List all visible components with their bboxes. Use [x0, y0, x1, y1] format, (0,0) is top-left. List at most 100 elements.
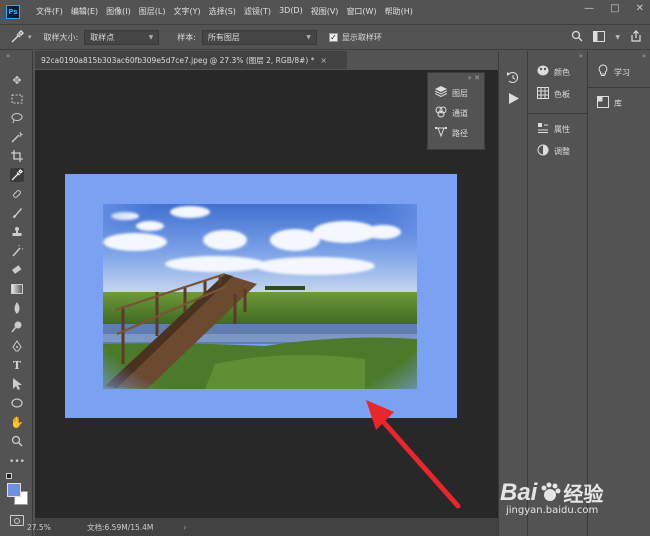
swatches-icon: [536, 86, 550, 102]
menu-file[interactable]: 文件(F): [36, 6, 63, 17]
zoom-tool-icon[interactable]: [10, 434, 24, 448]
brush-tool-icon[interactable]: [10, 206, 24, 220]
blur-tool-icon[interactable]: [10, 301, 24, 315]
sample-select[interactable]: 所有图层 ▼: [201, 29, 317, 45]
adjustments-icon: [536, 144, 550, 159]
play-actions-icon[interactable]: [509, 93, 519, 106]
panel-collapse-icon[interactable]: »: [588, 51, 650, 61]
hand-tool-icon[interactable]: ✋: [10, 415, 24, 429]
menu-type[interactable]: 文字(Y): [173, 6, 200, 17]
document-size: 文档:6.59M/15.4M: [87, 522, 154, 532]
panel-collapse-icon[interactable]: »: [0, 51, 32, 61]
channels-tab[interactable]: 通道: [428, 103, 484, 123]
close-tab-icon[interactable]: ×: [321, 56, 327, 65]
chevron-down-icon: ▼: [306, 33, 311, 41]
foreground-color-swatch[interactable]: [7, 483, 21, 497]
panel-column-1: » 颜色 色板 属性 调整: [528, 51, 588, 536]
paths-icon: [434, 126, 448, 141]
healing-brush-tool-icon[interactable]: [10, 187, 24, 201]
path-selection-tool-icon[interactable]: [10, 377, 24, 391]
paths-label: 路径: [452, 128, 468, 138]
minimize-button[interactable]: —: [584, 3, 594, 14]
swatches-panel-tab[interactable]: 色板: [528, 83, 587, 105]
panel-collapse-icon[interactable]: » ✕: [428, 73, 484, 83]
eyedropper-tool-icon[interactable]: [10, 168, 24, 182]
tool-preset-chevron-icon[interactable]: ▾: [28, 33, 32, 41]
more-tools-icon[interactable]: •••: [9, 455, 25, 469]
paths-tab[interactable]: 路径: [428, 123, 484, 143]
clone-stamp-tool-icon[interactable]: [10, 225, 24, 239]
watermark-brand: Bai: [500, 478, 538, 506]
color-icon: [536, 65, 550, 79]
gradient-tool-icon[interactable]: [10, 282, 24, 296]
properties-panel-tab[interactable]: 属性: [528, 118, 587, 140]
ellipse-tool-icon[interactable]: [10, 396, 24, 410]
properties-icon: [536, 122, 550, 137]
paw-icon: [539, 481, 561, 505]
menu-window[interactable]: 窗口(W): [346, 6, 376, 17]
menu-layer[interactable]: 图层(L): [139, 6, 166, 17]
menu-filter[interactable]: 滤镜(T): [244, 6, 271, 17]
eyedropper-icon[interactable]: [10, 30, 28, 44]
search-icon[interactable]: [571, 30, 583, 44]
history-brush-tool-icon[interactable]: [10, 244, 24, 258]
show-ring-label: 显示取样环: [341, 32, 382, 42]
sample-size-select[interactable]: 取样点 ▼: [84, 29, 160, 45]
menu-help[interactable]: 帮助(H): [385, 6, 413, 17]
history-strip: [498, 51, 528, 536]
adjustments-panel-tab[interactable]: 调整: [528, 140, 587, 162]
color-label: 颜色: [554, 67, 570, 77]
quick-mask-icon[interactable]: [10, 515, 24, 526]
panel-collapse-icon[interactable]: »: [528, 51, 587, 61]
sample-size-value: 取样点: [90, 32, 115, 42]
properties-label: 属性: [554, 124, 570, 134]
learn-panel-tab[interactable]: 学习: [588, 61, 650, 83]
channels-icon: [434, 106, 448, 121]
zoom-level[interactable]: 27.5%: [27, 523, 73, 532]
libraries-panel-tab[interactable]: 库: [588, 92, 650, 114]
learn-icon: [596, 64, 610, 80]
libraries-icon: [596, 95, 610, 111]
menu-select[interactable]: 选择(S): [209, 6, 236, 17]
menu-bar: Ps 文件(F) 编辑(E) 图像(I) 图层(L) 文字(Y) 选择(S) 滤…: [0, 0, 650, 23]
type-tool-icon[interactable]: T: [10, 358, 24, 372]
pen-tool-icon[interactable]: [10, 339, 24, 353]
marquee-tool-icon[interactable]: [10, 92, 24, 106]
menu-image[interactable]: 图像(I): [106, 6, 131, 17]
move-tool-icon[interactable]: ✥: [10, 73, 24, 87]
chevron-down-icon[interactable]: ▼: [615, 34, 620, 41]
sample-size-label: 取样大小:: [43, 32, 79, 42]
lasso-tool-icon[interactable]: [10, 111, 24, 125]
layers-floating-panel: » ✕ 图层 通道 路径: [427, 72, 485, 150]
document-tab[interactable]: 92ca0190a815b303ac60fb309e5d7ce7.jpeg @ …: [35, 51, 347, 69]
learn-label: 学习: [614, 67, 630, 77]
eraser-tool-icon[interactable]: [10, 263, 24, 277]
layers-tab[interactable]: 图层: [428, 83, 484, 103]
default-colors-icon[interactable]: [6, 473, 12, 479]
watermark-url: jingyan.baidu.com: [506, 505, 599, 516]
dodge-tool-icon[interactable]: [10, 320, 24, 334]
panel-column-2: » 学习 库: [588, 51, 650, 536]
menu-3d[interactable]: 3D(D): [279, 6, 303, 17]
show-ring-checkbox[interactable]: ✓: [328, 32, 338, 42]
share-icon[interactable]: [630, 30, 642, 44]
document-canvas[interactable]: [65, 174, 457, 418]
restore-button[interactable]: □: [610, 3, 619, 14]
color-panel-tab[interactable]: 颜色: [528, 61, 587, 83]
workspace-icon[interactable]: [593, 30, 606, 44]
channels-label: 通道: [452, 108, 468, 118]
options-bar: ▾ 取样大小: 取样点 ▼ 样本: 所有图层 ▼ ✓ 显示取样环 ▼: [0, 24, 650, 50]
panel-divider: [588, 87, 650, 88]
menu-edit[interactable]: 编辑(E): [71, 6, 98, 17]
photoshop-logo: Ps: [6, 4, 20, 19]
layers-label: 图层: [452, 88, 468, 98]
crop-tool-icon[interactable]: [10, 149, 24, 163]
landscape-photo: [65, 174, 457, 418]
history-icon[interactable]: [507, 71, 520, 86]
watermark-brand2: 经验: [563, 482, 604, 506]
magic-wand-tool-icon[interactable]: [10, 130, 24, 144]
swatches-label: 色板: [554, 89, 570, 99]
chevron-right-icon[interactable]: ›: [183, 523, 186, 532]
menu-view[interactable]: 视图(V): [311, 6, 339, 17]
close-button[interactable]: ✕: [636, 3, 644, 14]
